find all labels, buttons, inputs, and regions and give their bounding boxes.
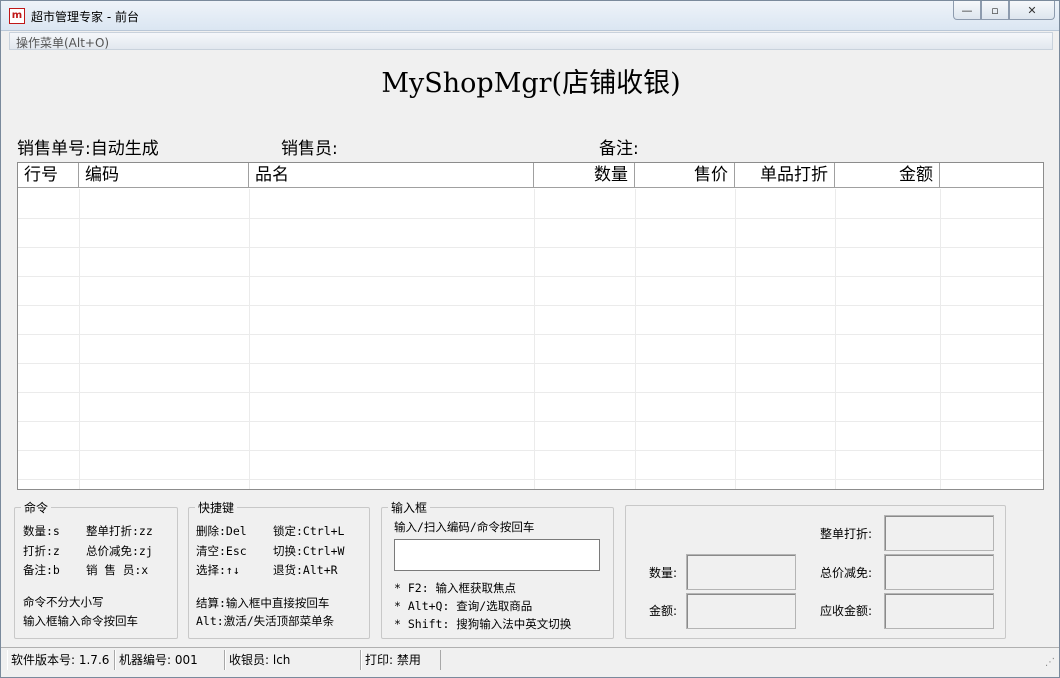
table-column-divider bbox=[534, 189, 535, 489]
command-salesperson: 销 售 员:x bbox=[86, 563, 149, 577]
total-reduce-label: 总价减免: bbox=[820, 566, 873, 580]
shortcut-alt-note: Alt:激活/失活顶部菜单条 bbox=[196, 614, 335, 628]
table-row-divider bbox=[18, 479, 1043, 480]
table-row-divider bbox=[18, 334, 1043, 335]
column-header-quantity[interactable]: 数量 bbox=[534, 163, 635, 188]
status-version: 软件版本号: 1.7.6 bbox=[7, 650, 115, 670]
quantity-field bbox=[686, 554, 796, 590]
tip-shift: * Shift: 搜狗输入法中英文切换 bbox=[394, 617, 572, 631]
command-quantity: 数量:s bbox=[23, 524, 60, 538]
shortcuts-legend: 快捷键 bbox=[198, 501, 235, 515]
shortcut-clear: 清空:Esc bbox=[196, 544, 247, 558]
amount-field bbox=[686, 593, 796, 629]
table-row-divider bbox=[18, 363, 1043, 364]
page-title: MyShopMgr(店铺收银) bbox=[381, 68, 681, 99]
shortcut-checkout-note: 结算:输入框中直接按回车 bbox=[196, 596, 330, 610]
minimize-icon: — bbox=[961, 3, 973, 17]
app-icon: m bbox=[9, 8, 25, 24]
shortcut-delete: 删除:Del bbox=[196, 524, 247, 538]
window-title: 超市管理专家 - 前台 bbox=[31, 10, 139, 24]
title-bar: m 超市管理专家 - 前台 — ▫ ✕ bbox=[1, 1, 1059, 31]
table-row-divider bbox=[18, 421, 1043, 422]
minimize-button[interactable]: — bbox=[953, 1, 981, 20]
order-number-label: 销售单号:自动生成 bbox=[17, 139, 159, 159]
table-column-divider bbox=[835, 189, 836, 489]
input-legend: 输入框 bbox=[391, 501, 428, 515]
shortcut-select: 选择:↑↓ bbox=[196, 563, 240, 577]
sales-table[interactable]: 行号 编码 品名 数量 售价 单品打折 金额 bbox=[17, 162, 1044, 490]
command-input[interactable] bbox=[394, 539, 600, 571]
command-discount: 打折:z bbox=[23, 544, 60, 558]
command-order-discount: 整单打折:zz bbox=[86, 524, 153, 538]
shortcut-return: 退货:Alt+R bbox=[273, 563, 338, 577]
window-controls: — ▫ ✕ bbox=[953, 1, 1055, 21]
commands-note-enter: 输入框输入命令按回车 bbox=[23, 614, 138, 628]
table-row-divider bbox=[18, 276, 1043, 277]
tip-f2: * F2: 输入框获取焦点 bbox=[394, 581, 517, 595]
input-hint: 输入/扫入编码/命令按回车 bbox=[394, 520, 535, 534]
receivable-field bbox=[884, 593, 994, 629]
table-column-divider bbox=[635, 189, 636, 489]
column-header-amount[interactable]: 金额 bbox=[835, 163, 940, 188]
close-button[interactable]: ✕ bbox=[1009, 1, 1055, 20]
shortcut-switch: 切换:Ctrl+W bbox=[273, 544, 345, 558]
status-machine: 机器编号: 001 bbox=[115, 650, 225, 670]
order-discount-label: 整单打折: bbox=[820, 527, 873, 541]
commands-note-case: 命令不分大小写 bbox=[23, 595, 104, 609]
main-window: m 超市管理专家 - 前台 — ▫ ✕ 操作菜单(Alt+O) MyShopMg… bbox=[0, 0, 1060, 678]
table-row-divider bbox=[18, 305, 1043, 306]
table-row-divider bbox=[18, 392, 1043, 393]
status-print: 打印: 禁用 bbox=[361, 650, 441, 670]
amount-label: 金额: bbox=[649, 604, 678, 618]
column-header-row-no[interactable]: 行号 bbox=[18, 163, 79, 188]
table-row-divider bbox=[18, 247, 1043, 248]
table-row-divider bbox=[18, 450, 1043, 451]
command-remark: 备注:b bbox=[23, 563, 60, 577]
shortcut-lock: 锁定:Ctrl+L bbox=[273, 524, 345, 538]
status-cashier: 收银员: lch bbox=[225, 650, 361, 670]
tip-alt-q: * Alt+Q: 查询/选取商品 bbox=[394, 599, 533, 613]
status-bar: 软件版本号: 1.7.6 机器编号: 001 收银员: lch 打印: 禁用 ⋰ bbox=[1, 647, 1059, 671]
receivable-label: 应收金额: bbox=[820, 604, 873, 618]
table-body[interactable] bbox=[18, 189, 1043, 489]
table-column-divider bbox=[79, 189, 80, 489]
menu-bar: 操作菜单(Alt+O) bbox=[9, 32, 1053, 50]
table-column-divider bbox=[249, 189, 250, 489]
menu-operations[interactable]: 操作菜单(Alt+O) bbox=[16, 34, 109, 51]
salesperson-label: 销售员: bbox=[281, 139, 338, 159]
table-header: 行号 编码 品名 数量 售价 单品打折 金额 bbox=[18, 163, 1043, 188]
quantity-label: 数量: bbox=[649, 566, 678, 580]
column-header-price[interactable]: 售价 bbox=[635, 163, 735, 188]
command-total-reduce: 总价减免:zj bbox=[86, 544, 153, 558]
maximize-button[interactable]: ▫ bbox=[981, 1, 1009, 20]
column-header-item-discount[interactable]: 单品打折 bbox=[735, 163, 835, 188]
table-column-divider bbox=[735, 189, 736, 489]
close-icon: ✕ bbox=[1027, 3, 1037, 17]
column-header-name[interactable]: 品名 bbox=[249, 163, 534, 188]
table-row-divider bbox=[18, 218, 1043, 219]
column-header-filler bbox=[940, 163, 1043, 188]
remark-label: 备注: bbox=[599, 139, 639, 159]
table-column-divider bbox=[940, 189, 941, 489]
order-discount-field bbox=[884, 515, 994, 551]
total-reduce-field bbox=[884, 554, 994, 590]
maximize-icon: ▫ bbox=[991, 3, 999, 17]
column-header-code[interactable]: 编码 bbox=[79, 163, 249, 188]
resize-grip-icon[interactable]: ⋰ bbox=[1045, 657, 1057, 669]
commands-legend: 命令 bbox=[24, 501, 49, 515]
